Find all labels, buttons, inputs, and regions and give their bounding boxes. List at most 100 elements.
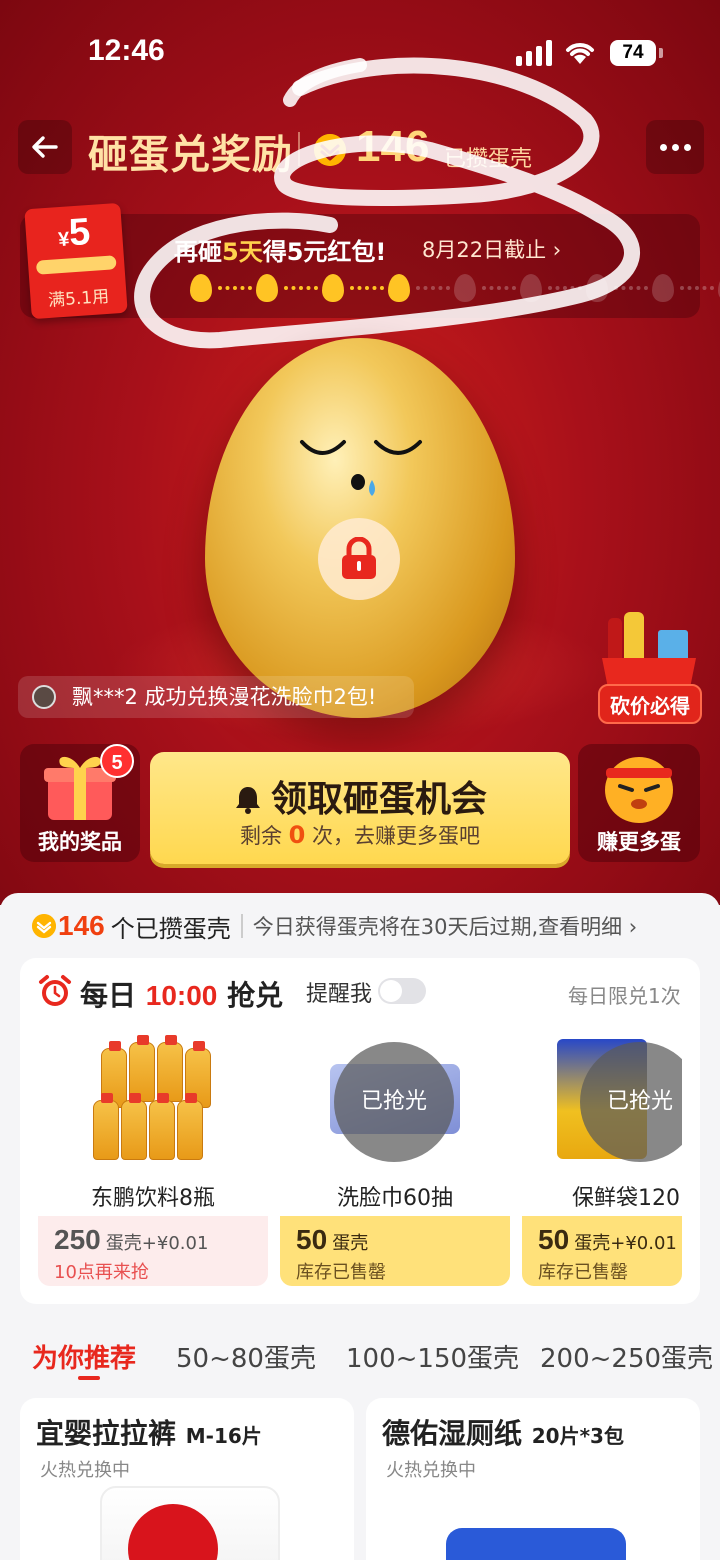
remind-label: 提醒我 (306, 982, 373, 1007)
flash-title-suffix: 抢兑 (227, 979, 284, 1012)
progress-dots (218, 286, 252, 290)
product-price: 50 (538, 1224, 570, 1255)
title-divider (298, 132, 300, 166)
product-status: 库存已售罄 (538, 1262, 628, 1283)
product-price-box: 50 蛋壳+¥0.01 库存已售罄 (522, 1216, 682, 1286)
egg-lock-button[interactable] (318, 518, 400, 600)
lock-icon (342, 537, 376, 579)
flash-product-face-towel[interactable]: 已抢光 洗脸巾60抽 50 蛋壳 库存已售罄 (280, 1024, 510, 1286)
progress-dots (416, 286, 450, 290)
product-name: 东鹏饮料8瓶 (91, 1186, 215, 1211)
header-shell-label: 已攒蛋壳 (444, 147, 533, 172)
recommend-spec: M-16片 (185, 1424, 262, 1448)
tab-50-80[interactable]: 50~80蛋壳 (176, 1338, 316, 1375)
avatar (32, 685, 56, 709)
product-price-unit: 蛋壳+¥0.01 (574, 1233, 677, 1254)
tab-100-150[interactable]: 100~150蛋壳 (346, 1338, 519, 1375)
drink-bottles-icon (93, 1034, 213, 1164)
recommend-spec: 20片*3包 (531, 1424, 624, 1448)
recommend-name-text: 德佑湿厕纸 (382, 1417, 523, 1450)
recommend-status: 火热兑换中 (386, 1460, 476, 1481)
expiry-info-link[interactable]: 今日获得蛋壳将在30天后过期,查看明细 › (253, 911, 637, 941)
progress-dots (680, 286, 714, 290)
product-price-box: 50 蛋壳 库存已售罄 (280, 1216, 510, 1286)
eggshell-coin-icon (314, 134, 346, 166)
product-price-box: 250 蛋壳+¥0.01 10点再来抢 (38, 1216, 268, 1286)
more-dot-icon (671, 143, 679, 151)
earn-more-eggs-button[interactable]: 赚更多蛋 (578, 744, 700, 862)
remaining-count: 0 (288, 821, 306, 849)
back-button[interactable] (18, 120, 72, 174)
flash-time: 10:00 (145, 980, 218, 1011)
egg-empty-icon (520, 274, 542, 302)
hero-section: 12:46 74 砸蛋兑奖励 146 已攒蛋壳 再砸5天得5元红包! 8月22日… (0, 0, 720, 905)
more-dot-icon (659, 143, 667, 151)
progress-title-prefix: 再砸 (174, 238, 222, 266)
recommend-status: 火热兑换中 (40, 1460, 130, 1481)
red-packet-condition: 满5.1用 (47, 286, 110, 312)
earn-more-label: 赚更多蛋 (597, 830, 681, 854)
product-price: 250 (54, 1224, 101, 1255)
flash-product-bags[interactable]: 已抢光 保鲜袋120 50 蛋壳+¥0.01 库存已售罄 (522, 1024, 682, 1286)
recommend-item-diapers[interactable]: 宜婴拉拉裤 M-16片 火热兑换中 (20, 1398, 354, 1560)
egg-filled-icon (388, 274, 410, 302)
battery-indicator: 74 (610, 40, 656, 66)
more-dot-icon (683, 143, 691, 151)
claim-smash-chance-button[interactable]: 领取砸蛋机会 剩余 0 次，去赚更多蛋吧 (150, 752, 570, 864)
more-options-button[interactable] (646, 120, 704, 174)
page-title: 砸蛋兑奖励 (88, 132, 293, 178)
egg-mascot-icon (605, 757, 673, 823)
header-shell-count[interactable]: 146 (356, 122, 429, 172)
ribbon-icon (35, 255, 117, 275)
shell-summary-count: 146 (58, 910, 105, 941)
progress-title-suffix: 得5元红包! (262, 238, 387, 266)
egg-progress-track (170, 274, 720, 304)
progress-title: 再砸5天得5元红包! (174, 232, 386, 267)
product-status: 库存已售罄 (296, 1262, 386, 1283)
recommend-name: 德佑湿厕纸 20片*3包 (382, 1412, 624, 1452)
recommend-name: 宜婴拉拉裤 M-16片 (36, 1412, 262, 1452)
bell-icon (235, 787, 260, 814)
product-status: 10点再来抢 (54, 1262, 149, 1283)
progress-dots (548, 286, 582, 290)
claim-subtitle: 剩余 0 次，去赚更多蛋吧 (150, 820, 570, 850)
eggshell-coin-icon (32, 914, 56, 938)
my-prizes-label: 我的奖品 (38, 830, 122, 854)
progress-dots (284, 286, 318, 290)
recommend-item-wipes[interactable]: 德佑湿厕纸 20片*3包 火热兑换中 (366, 1398, 700, 1560)
flash-sale-title: 每日 10:00 抢兑 (80, 974, 283, 1014)
recommend-name-text: 宜婴拉拉裤 (36, 1417, 177, 1450)
diaper-pack-icon (100, 1486, 280, 1560)
product-price-unit: 蛋壳 (332, 1233, 369, 1254)
claim-sub-suffix: 次，去赚更多蛋吧 (312, 824, 481, 848)
product-price-unit: 蛋壳+¥0.01 (105, 1233, 209, 1254)
product-name: 保鲜袋120 (572, 1186, 680, 1211)
red-packet-amount: ¥5 (25, 209, 124, 259)
divider (240, 914, 243, 938)
egg-filled-icon (190, 274, 212, 302)
bargain-label[interactable]: 砍价必得 (598, 684, 702, 724)
ticker-text: 飘***2 成功兑换漫花洗脸巾2包! (72, 685, 377, 709)
progress-dots (350, 286, 384, 290)
back-arrow-icon (32, 136, 58, 158)
claim-sub-prefix: 剩余 (239, 824, 282, 848)
prize-count-badge: 5 (100, 744, 134, 778)
tab-200-250[interactable]: 200~250蛋壳 (540, 1338, 713, 1375)
egg-filled-icon (256, 274, 278, 302)
shell-summary-row[interactable]: 146 个已攒蛋壳 今日获得蛋壳将在30天后过期,查看明细 › (32, 906, 637, 946)
tab-recommended[interactable]: 为你推荐 (32, 1338, 136, 1375)
progress-deadline[interactable]: 8月22日截止 › (422, 234, 561, 264)
progress-dots (482, 286, 516, 290)
status-time: 12:46 (88, 34, 165, 67)
claim-title: 领取砸蛋机会 (150, 770, 570, 822)
flash-product-drinks[interactable]: 东鹏饮料8瓶 250 蛋壳+¥0.01 10点再来抢 (38, 1024, 268, 1286)
cellular-signal-icon (516, 40, 552, 66)
status-bar: 12:46 74 (0, 0, 720, 100)
wipes-pack-icon (446, 1528, 626, 1560)
red-packet-reward[interactable]: ¥5 满5.1用 (24, 202, 128, 320)
egg-face-icon (300, 440, 422, 496)
remind-toggle[interactable] (378, 978, 426, 1004)
toggle-knob (380, 980, 402, 1002)
egg-empty-icon (652, 274, 674, 302)
sold-out-badge: 已抢光 (334, 1042, 454, 1162)
